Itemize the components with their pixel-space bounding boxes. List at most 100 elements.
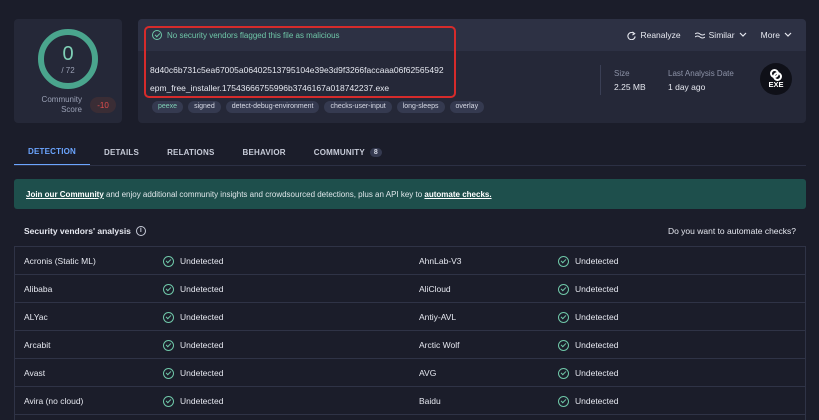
community-count-badge: 8 [369,147,382,157]
vendor-name: Arctic Wolf [419,331,459,359]
check-circle-icon [558,395,569,407]
vendor-result: Undetected [163,331,223,359]
tag-list: peexe signed detect-debug-environment ch… [152,101,485,113]
check-circle-icon [163,395,174,407]
tab-label: RELATIONS [167,147,215,157]
chevron-down-icon [739,32,747,37]
tag[interactable]: overlay [449,101,485,113]
tab-behavior[interactable]: BEHAVIOR [229,138,300,166]
check-circle-icon [163,255,174,267]
vendor-name: AhnLab-V3 [419,247,462,275]
refresh-icon [627,30,637,40]
vendor-result: Undetected [558,275,618,303]
file-info-card: No security vendors flagged this file as… [138,19,806,123]
table-row: Avira (no cloud) Undetected Baidu Undetecte… [15,387,805,415]
vendors-title: Security vendors' analysis i [24,226,146,236]
vendor-name: Acronis (Static ML) [24,247,96,275]
tag[interactable]: long-sleeps [396,101,445,113]
size-value: 2.25 MB [614,82,646,92]
result-text: Undetected [575,368,619,378]
automate-checks-prompt[interactable]: Do you want to automate checks? [668,226,796,236]
tab-label: BEHAVIOR [242,147,286,157]
vendor-name: Baidu [419,387,441,415]
vendor-result: Undetected [163,303,223,331]
file-name[interactable]: epm_free_installer.17543666755996b374616… [150,83,389,93]
check-circle-icon [558,283,569,295]
table-row: Alibaba Undetected AliCloud Undetected [15,275,805,303]
tab-detection[interactable]: DETECTION [14,138,91,166]
tab-bar: DETECTION DETAILS RELATIONS BEHAVIOR COM… [14,138,806,166]
community-score-badge[interactable]: -10 [90,97,116,113]
exe-glyph-icon [770,69,782,81]
table-row: Avast Undetected AVG Undetected [15,359,805,387]
vendor-label: Alibaba [24,284,53,294]
vendor-result: Undetected [558,331,618,359]
info-icon[interactable]: i [135,226,146,236]
more-button[interactable]: More [761,30,792,40]
tag[interactable]: checks-user-input [324,101,392,113]
tag[interactable]: detect-debug-environment [225,101,320,113]
table-row: Arcabit Undetected Arctic Wolf Undetected [15,331,805,359]
vendor-label: Acronis (Static ML) [24,256,96,266]
vendor-name: AliCloud [419,275,451,303]
tab-details[interactable]: DETAILS [90,138,153,166]
check-circle-icon [558,339,569,351]
vendor-label: Arctic Wolf [419,340,460,350]
result-text: Undetected [180,312,224,322]
vendor-result: Undetected [163,359,223,387]
result-text: Undetected [575,256,619,266]
community-score-label: Community Score [41,95,82,114]
check-circle-icon [163,283,174,295]
tag[interactable]: signed [188,101,221,113]
vendor-result: Undetected [163,275,223,303]
more-label: More [760,30,780,40]
banner-text: and enjoy additional community insights … [103,189,425,199]
vendor-result: Undetected [558,359,618,387]
vendors-table: Acronis (Static ML) Undetected AhnLab-V3 Un… [14,246,806,420]
vendor-result: Undetected [163,247,223,275]
file-hash[interactable]: 8d40c6b731c5ea67005a06402513795104e39e3d… [150,65,444,75]
vendor-result: Undetected [558,247,618,275]
vendor-label: Arcabit [24,340,51,350]
detection-score-card: 0 / 72 Community Score -10 [14,19,122,123]
vendor-label: Baidu [419,396,441,406]
file-type-label: EXE [768,80,784,89]
chevron-down-icon [784,32,792,37]
tab-community[interactable]: COMMUNITY 8 [300,138,396,166]
check-circle-icon [163,311,174,323]
vendor-label: Avast [24,368,46,378]
vendor-result: Undetected [558,387,618,415]
vendor-name: Arcabit [24,331,50,359]
tab-underline [14,165,806,166]
detection-total: / 72 [61,65,75,75]
join-community-link[interactable]: Join our Community [26,190,104,199]
result-text: Undetected [180,256,224,266]
vendor-label: AliCloud [419,284,451,294]
vendor-name: Alibaba [24,275,52,303]
vendors-title-text: Security vendors' analysis [24,226,131,236]
vendor-label: Avira (no cloud) [24,396,84,406]
similar-button[interactable]: Similar [694,30,747,40]
result-text: Undetected [575,284,619,294]
tab-label: COMMUNITY [313,147,365,157]
automate-checks-link[interactable]: automate checks. [424,190,491,199]
vendor-label: AVG [419,368,437,378]
result-text: Undetected [575,396,619,406]
vendor-result: Undetected [163,387,223,415]
vendor-name: Avast [24,359,45,387]
similar-label: Similar [708,30,735,40]
tab-label: DETAILS [104,147,140,157]
meta-divider [600,65,601,95]
check-circle-icon [558,255,569,267]
last-analysis-label: Last Analysis Date [668,69,734,78]
tab-relations[interactable]: RELATIONS [153,138,228,166]
check-circle-icon [558,367,569,379]
detection-ring: 0 / 72 [38,29,98,89]
reanalyze-button[interactable]: Reanalyze [627,30,681,40]
reanalyze-label: Reanalyze [640,30,681,40]
file-actions: Reanalyze Similar More [627,30,792,40]
vendor-name: Avira (no cloud) [24,387,83,415]
tag[interactable]: peexe [152,101,184,113]
tab-label: DETECTION [28,146,77,156]
check-circle-icon [163,367,174,379]
